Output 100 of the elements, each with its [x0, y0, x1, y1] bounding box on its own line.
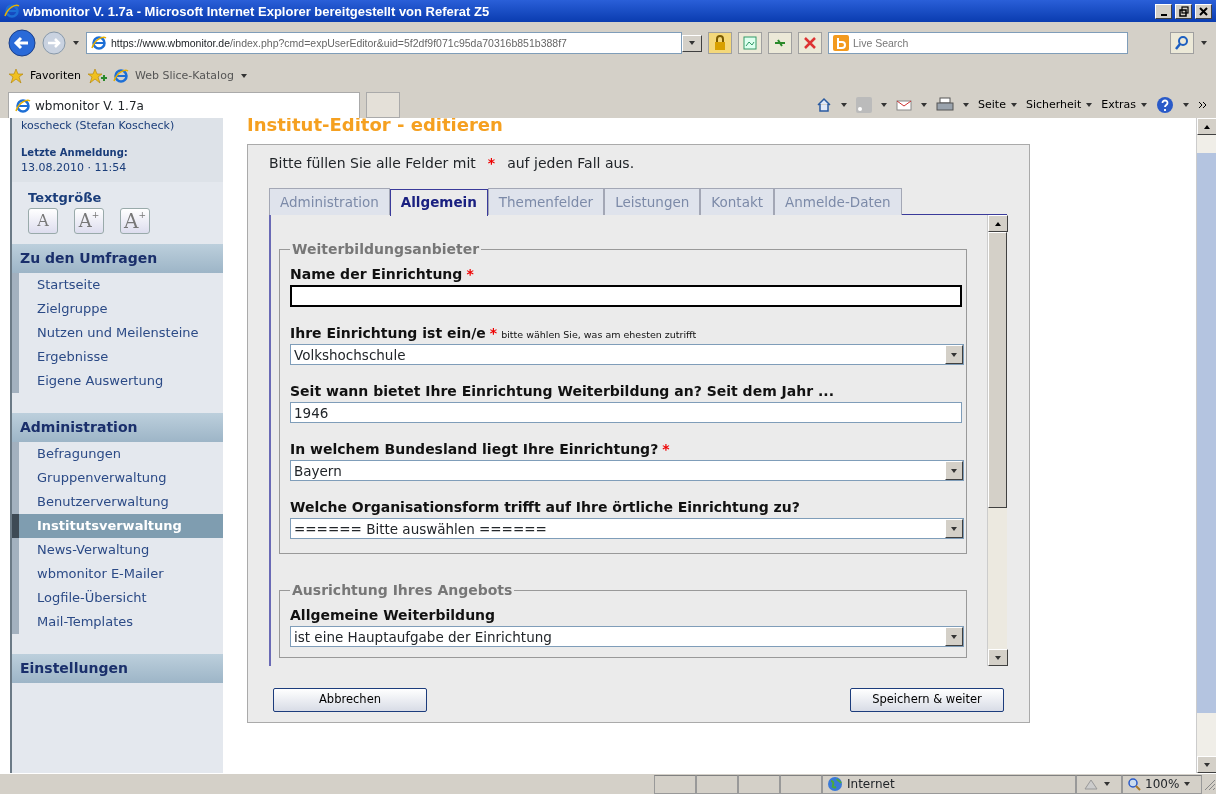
status-bar-panel: [696, 774, 738, 794]
page-icon: [91, 35, 107, 51]
compatibility-icon[interactable]: [742, 35, 758, 51]
dropdown-caret-icon: [950, 350, 958, 359]
sidebar-item[interactable]: Eigene Auswertung: [12, 368, 223, 393]
resize-grip-icon: [1202, 777, 1216, 791]
sidebar-item[interactable]: News-Verwaltung: [12, 537, 223, 562]
required-marker: *: [662, 440, 670, 460]
scroll-down-icon: [994, 653, 1002, 662]
text-size-label: Textgröße: [28, 189, 103, 207]
restore-icon[interactable]: [1178, 5, 1189, 17]
field-label: Welche Organisationsform trifft auf Ihre örtliche Einrichtung zu?: [290, 498, 800, 518]
fieldset-legend: Weiterbildungsanbieter: [290, 239, 482, 261]
field-label: Allgemeine Weiterbildung: [290, 606, 496, 626]
required-marker: *: [486, 154, 497, 173]
magnifier-icon: [1127, 777, 1141, 791]
caret-icon[interactable]: [1103, 780, 1111, 788]
text-size-button[interactable]: A$^{+}$: [120, 207, 150, 234]
sidebar-item[interactable]: Gruppenverwaltung: [12, 465, 223, 490]
mail-icon[interactable]: [896, 97, 913, 113]
last-login-label: Letzte Anmeldung:: [21, 145, 129, 160]
required-marker: *: [489, 324, 498, 344]
printer-icon[interactable]: [936, 97, 955, 113]
scrollbar[interactable]: [987, 215, 1007, 667]
command-menu[interactable]: Extras: [1101, 96, 1148, 114]
close-icon[interactable]: [1198, 5, 1209, 17]
search-placeholder: Live Search: [853, 37, 909, 49]
security-zone-text: Internet: [847, 776, 895, 793]
sidebar-item[interactable]: Mail-Templates: [12, 609, 223, 634]
web-slice-link[interactable]: Web Slice-Katalog: [134, 67, 234, 85]
caret-icon: [1183, 780, 1192, 788]
field-label: Seit wann bietet Ihre Einrichtung Weiterbildung an? Seit dem Jahr ...: [290, 382, 834, 402]
caret-icon[interactable]: [72, 39, 80, 47]
sidebar-section-header: Administration: [12, 412, 223, 442]
caret-icon[interactable]: [880, 101, 889, 109]
browser-logo-icon: [4, 3, 20, 19]
globe-icon: [827, 776, 843, 792]
select-field[interactable]: ====== Bitte auswählen ======: [290, 518, 964, 540]
sidebar-item[interactable]: Startseite: [12, 272, 223, 297]
back-icon[interactable]: [8, 29, 36, 57]
field-hint: bitte wählen Sie, was am ehesten zutrifft: [501, 328, 697, 343]
address-field[interactable]: https://www.wbmonitor.de/index.php?cmd=expUserEditor&uid=5f2df9f071c95da70316b851b388f7: [86, 32, 682, 54]
last-login-date: 13.08.2010 · 11:54: [21, 159, 128, 176]
sidebar-item[interactable]: Logfile-Übersicht: [12, 585, 223, 610]
caret-icon[interactable]: [239, 72, 248, 80]
sidebar-item[interactable]: wbmonitor E-Mailer: [12, 561, 223, 586]
dropdown-caret-icon: [950, 632, 958, 641]
command-menu[interactable]: Sicherheit: [1025, 96, 1094, 114]
dropdown-caret-icon: [950, 524, 958, 533]
form-tab[interactable]: Allgemein: [389, 189, 488, 217]
url-text: https://www.wbmonitor.de/index.php?cmd=expUserEditor&uid=5f2df9f071c95da70316b851b388f7: [111, 37, 567, 49]
sidebar-item[interactable]: Zielgruppe: [12, 296, 223, 321]
select-field[interactable]: ist eine Hauptaufgabe der Einrichtung: [290, 626, 964, 648]
search-field[interactable]: Live Search: [828, 32, 1128, 54]
sidebar-section-header: Einstellungen: [12, 653, 223, 683]
caret-icon: [1009, 101, 1018, 109]
forward-icon[interactable]: [42, 31, 66, 55]
text-field[interactable]: 1946: [290, 402, 962, 424]
search-engine-logo-icon: [833, 35, 849, 51]
caret-icon: [1140, 101, 1148, 109]
text-field[interactable]: [290, 285, 962, 308]
help-icon[interactable]: [1156, 96, 1174, 114]
star-icon[interactable]: [8, 68, 24, 84]
text-size-button[interactable]: A: [28, 207, 58, 234]
add-favorite-icon[interactable]: [86, 68, 107, 84]
search-icon[interactable]: [1174, 35, 1190, 51]
caret-icon[interactable]: [920, 101, 929, 109]
caret-icon[interactable]: [1182, 101, 1190, 109]
dropdown-caret-icon: [950, 466, 958, 475]
dropdown-caret-icon[interactable]: [688, 39, 696, 47]
sidebar-item[interactable]: Ergebnisse: [12, 344, 223, 369]
sidebar-item[interactable]: Befragungen: [12, 441, 223, 466]
select-field[interactable]: Volkshochschule: [290, 344, 964, 366]
page-icon: [15, 97, 31, 114]
page-icon: [112, 68, 129, 84]
caret-icon: [1085, 101, 1094, 109]
caret-icon[interactable]: [962, 101, 971, 109]
window-title: wbmonitor V. 1.7a - Microsoft Internet Explorer bereitgestellt von Referat Z5: [23, 3, 491, 19]
caret-icon[interactable]: [840, 101, 849, 109]
instruction-text: auf jeden Fall aus.: [507, 154, 635, 173]
caret-icon[interactable]: [1200, 39, 1208, 47]
command-menu[interactable]: Seite: [978, 96, 1018, 114]
fieldset-legend: Ausrichtung Ihres Angebots: [290, 580, 515, 602]
select-field[interactable]: Bayern: [290, 460, 964, 482]
zoom-control[interactable]: 100%: [1122, 774, 1202, 794]
scrollbar[interactable]: [1196, 118, 1216, 773]
status-bar-panel: [654, 774, 696, 794]
home-icon[interactable]: [816, 97, 833, 113]
save-button[interactable]: Speichern & weiter: [850, 688, 1004, 712]
text-size-button[interactable]: A$^{+}$: [74, 207, 104, 234]
field-label: Name der Einrichtung: [290, 265, 463, 285]
required-marker: *: [466, 265, 474, 285]
sidebar-item[interactable]: Nutzen und Meilensteine: [12, 320, 223, 345]
favorites-button[interactable]: Favoriten: [30, 67, 81, 85]
browser-tab[interactable]: wbmonitor V. 1.7a: [8, 92, 360, 118]
chevron-icon[interactable]: [1198, 100, 1208, 110]
cancel-button[interactable]: Abbrechen: [273, 688, 427, 712]
page-heading: Institut-Editor - editieren: [247, 118, 504, 136]
lock-icon[interactable]: [713, 35, 727, 51]
stop-icon[interactable]: [802, 35, 818, 51]
